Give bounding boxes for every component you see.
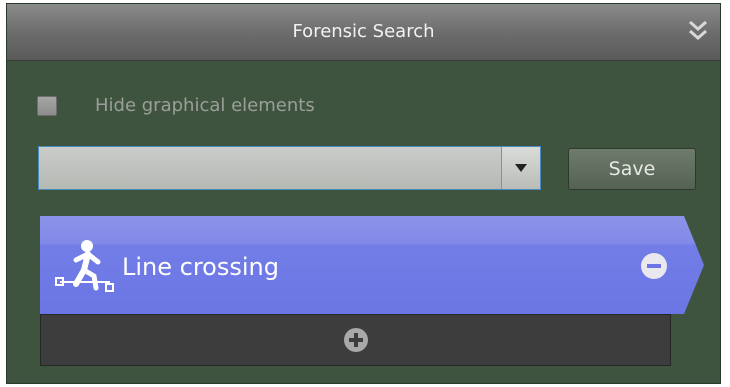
double-chevron-down-icon[interactable] <box>686 16 710 46</box>
add-criterion-area <box>40 314 671 366</box>
dropdown-button[interactable] <box>501 147 540 189</box>
criterion-label: Line crossing <box>122 253 279 281</box>
preset-select[interactable] <box>38 146 541 190</box>
panel-title: Forensic Search <box>292 21 435 42</box>
forensic-search-panel: Forensic Search Hide graphical elements … <box>6 3 721 384</box>
minus-circle-icon[interactable] <box>640 252 668 280</box>
hide-graphics-label: Hide graphical elements <box>95 95 315 116</box>
hide-graphics-checkbox[interactable] <box>37 96 57 116</box>
plus-circle-icon[interactable] <box>343 327 369 353</box>
panel-titlebar: Forensic Search <box>7 4 720 61</box>
line-crossing-icon <box>55 240 114 292</box>
criterion-card-line-crossing[interactable]: Line crossing <box>40 216 704 314</box>
save-button[interactable]: Save <box>568 148 696 190</box>
triangle-down-icon <box>515 164 527 172</box>
